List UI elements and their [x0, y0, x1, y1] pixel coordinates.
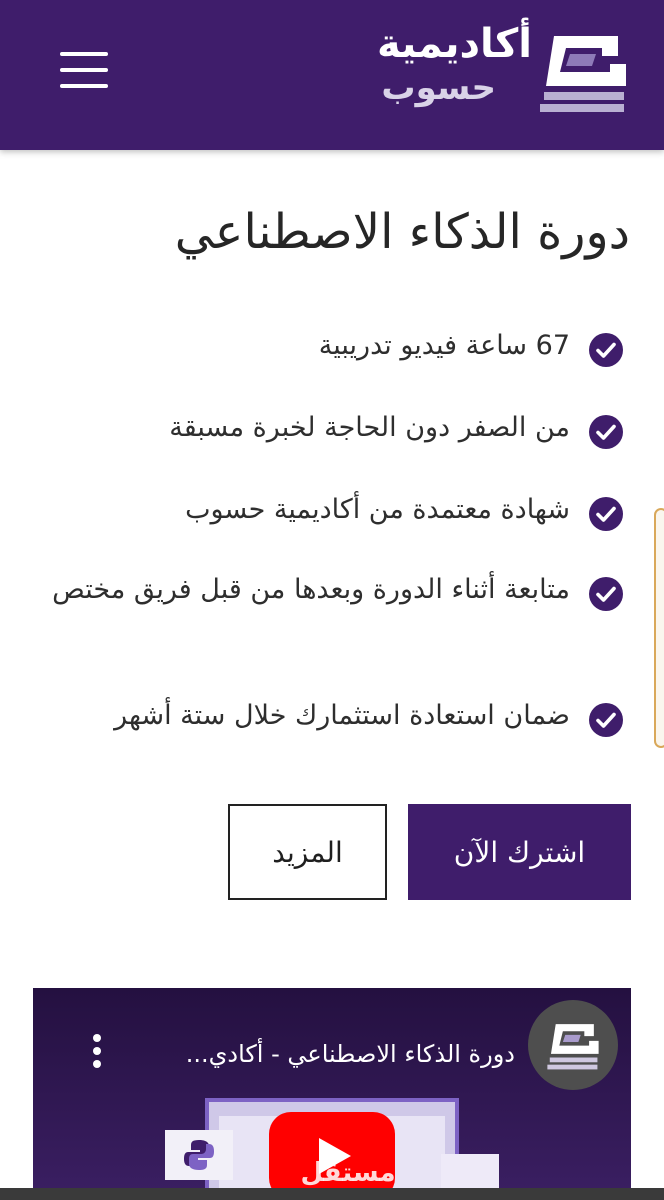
feature-text: ضمان استعادة استثمارك خلال ستة أشهر	[114, 700, 570, 731]
hamburger-menu-icon[interactable]	[60, 52, 108, 88]
video-player[interactable]: مستقل دورة الذكاء الاصطناعي - أكادي...	[33, 988, 631, 1200]
feature-text: 67 ساعة فيديو تدريبية	[318, 330, 570, 361]
kebab-menu-icon[interactable]	[85, 1034, 109, 1068]
python-icon	[165, 1130, 233, 1180]
course-title: دورة الذكاء الاصطناعي	[174, 204, 630, 260]
feature-item: 67 ساعة فيديو تدريبية	[34, 326, 624, 367]
kebab-dot	[93, 1047, 101, 1055]
feature-item: ضمان استعادة استثمارك خلال ستة أشهر	[34, 696, 624, 737]
feature-item: شهادة معتمدة من أكاديمية حسوب	[34, 490, 624, 531]
menu-line	[60, 84, 108, 88]
feature-item: متابعة أثناء الدورة وبعدها من قبل فريق م…	[34, 570, 624, 611]
channel-avatar-icon[interactable]	[528, 1000, 618, 1090]
brand-line-1: أكاديمية	[377, 21, 532, 67]
check-circle-icon	[589, 577, 623, 611]
feature-item: من الصفر دون الحاجة لخبرة مسبقة	[34, 408, 624, 449]
menu-line	[60, 68, 108, 72]
hsoub-logo-icon[interactable]	[536, 28, 630, 114]
kebab-dot	[93, 1034, 101, 1042]
feature-text: شهادة معتمدة من أكاديمية حسوب	[185, 494, 570, 525]
check-circle-icon	[589, 333, 623, 367]
check-circle-icon	[589, 415, 623, 449]
feature-text: من الصفر دون الحاجة لخبرة مسبقة	[169, 412, 570, 443]
check-circle-icon	[589, 703, 623, 737]
brand-name[interactable]: أكاديمية حسوب	[312, 20, 532, 120]
subscribe-button[interactable]: اشترك الآن	[408, 804, 631, 900]
menu-line	[60, 52, 108, 56]
scrollbar-thumb[interactable]	[654, 508, 664, 748]
brand-line-2: حسوب	[381, 68, 496, 108]
bottom-bar	[0, 1188, 664, 1200]
check-circle-icon	[589, 497, 623, 531]
top-header: أكاديمية حسوب	[0, 0, 664, 150]
kebab-dot	[93, 1060, 101, 1068]
feature-text: متابعة أثناء الدورة وبعدها من قبل فريق م…	[52, 574, 570, 605]
more-button[interactable]: المزيد	[228, 804, 387, 900]
video-title[interactable]: دورة الذكاء الاصطناعي - أكادي...	[115, 1034, 515, 1074]
